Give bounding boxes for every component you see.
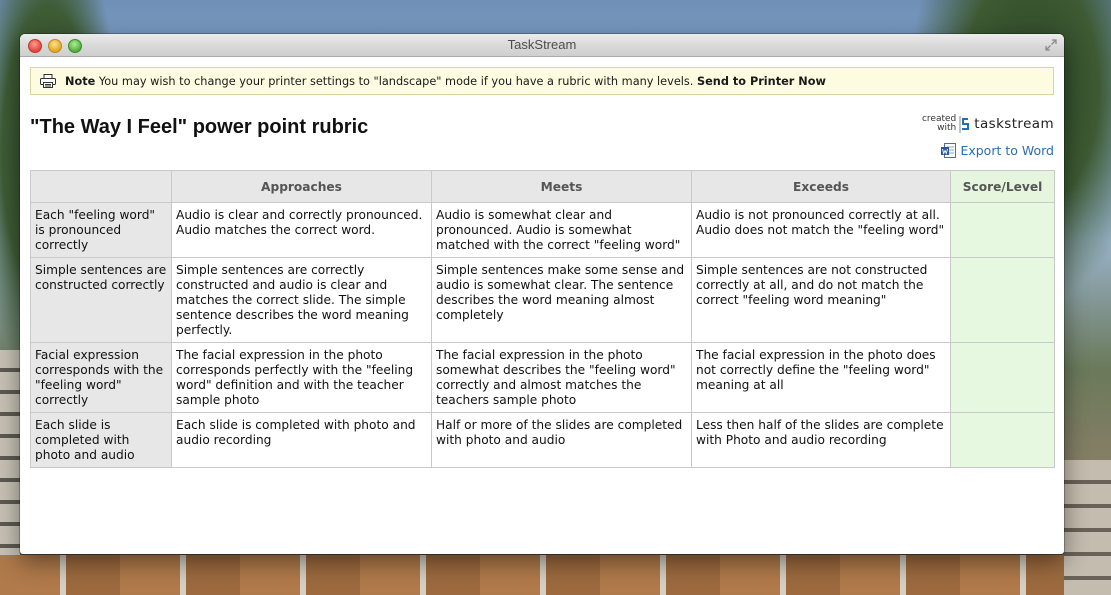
- rubric-row: Simple sentences are constructed correct…: [30, 257, 1055, 343]
- rubric-page: Note You may wish to change your printer…: [30, 67, 1055, 468]
- criterion-cell: Facial expression corresponds with the "…: [30, 342, 172, 413]
- score-level-cell[interactable]: [950, 342, 1055, 413]
- meets-cell: Simple sentences make some sense and aud…: [431, 257, 692, 343]
- column-header-approaches: Approaches: [171, 170, 432, 203]
- score-level-cell[interactable]: [950, 257, 1055, 343]
- rubric-header-row: Approaches Meets Exceeds Score/Level: [30, 170, 1055, 203]
- export-to-word-label: Export to Word: [960, 143, 1054, 158]
- export-to-word-link[interactable]: Export to Word: [941, 143, 1054, 158]
- word-document-icon: [941, 143, 957, 158]
- printer-icon: [40, 74, 56, 88]
- criterion-cell: Each "feeling word" is pronounced correc…: [30, 202, 172, 258]
- approaches-cell: Each slide is completed with photo and a…: [171, 412, 432, 468]
- brand-created-with: created with: [921, 114, 957, 133]
- meets-cell: Half or more of the slides are completed…: [431, 412, 692, 468]
- exceeds-cell: Audio is not pronounced correctly at all…: [691, 202, 951, 258]
- taskstream-logo-icon: [959, 115, 970, 133]
- score-level-cell[interactable]: [950, 412, 1055, 468]
- exceeds-cell: The facial expression in the photo does …: [691, 342, 951, 413]
- approaches-cell: Audio is clear and correctly pronounced.…: [171, 202, 432, 258]
- exceeds-cell: Simple sentences are not constructed cor…: [691, 257, 951, 343]
- print-note-bar: Note You may wish to change your printer…: [30, 67, 1054, 95]
- desktop-background-building: [0, 555, 1111, 595]
- exceeds-cell: Less then half of the slides are complet…: [691, 412, 951, 468]
- approaches-cell: The facial expression in the photo corre…: [171, 342, 432, 413]
- rubric-row: Facial expression corresponds with the "…: [30, 342, 1055, 413]
- column-header-exceeds: Exceeds: [691, 170, 951, 203]
- window-titlebar[interactable]: TaskStream: [20, 34, 1064, 57]
- criterion-cell: Each slide is completed with photo and a…: [30, 412, 172, 468]
- note-message: You may wish to change your printer sett…: [95, 74, 697, 88]
- send-to-printer-link[interactable]: Send to Printer Now: [697, 75, 826, 88]
- criterion-cell: Simple sentences are constructed correct…: [30, 257, 172, 343]
- meets-cell: Audio is somewhat clear and pronounced. …: [431, 202, 692, 258]
- column-header-meets: Meets: [431, 170, 692, 203]
- desktop-background-building: [1064, 460, 1111, 595]
- taskstream-brand: created with taskstream: [922, 115, 1054, 133]
- column-header-score-level: Score/Level: [950, 170, 1055, 203]
- note-label: Note: [65, 74, 96, 88]
- taskstream-window: TaskStream Note You may wish to change y…: [20, 34, 1064, 554]
- rubric-row: Each slide is completed with photo and a…: [30, 412, 1055, 468]
- page-header: "The Way I Feel" power point rubric crea…: [30, 95, 1054, 165]
- rubric-row: Each "feeling word" is pronounced correc…: [30, 202, 1055, 258]
- window-title: TaskStream: [507, 37, 577, 52]
- rubric-table: Approaches Meets Exceeds Score/Level Eac…: [30, 170, 1055, 468]
- fullscreen-icon[interactable]: [1044, 38, 1058, 52]
- meets-cell: The facial expression in the photo somew…: [431, 342, 692, 413]
- approaches-cell: Simple sentences are correctly construct…: [171, 257, 432, 343]
- score-level-cell[interactable]: [950, 202, 1055, 258]
- brand-name: taskstream: [974, 116, 1054, 132]
- criterion-header-cell: [30, 170, 172, 203]
- page-title: "The Way I Feel" power point rubric: [30, 116, 369, 138]
